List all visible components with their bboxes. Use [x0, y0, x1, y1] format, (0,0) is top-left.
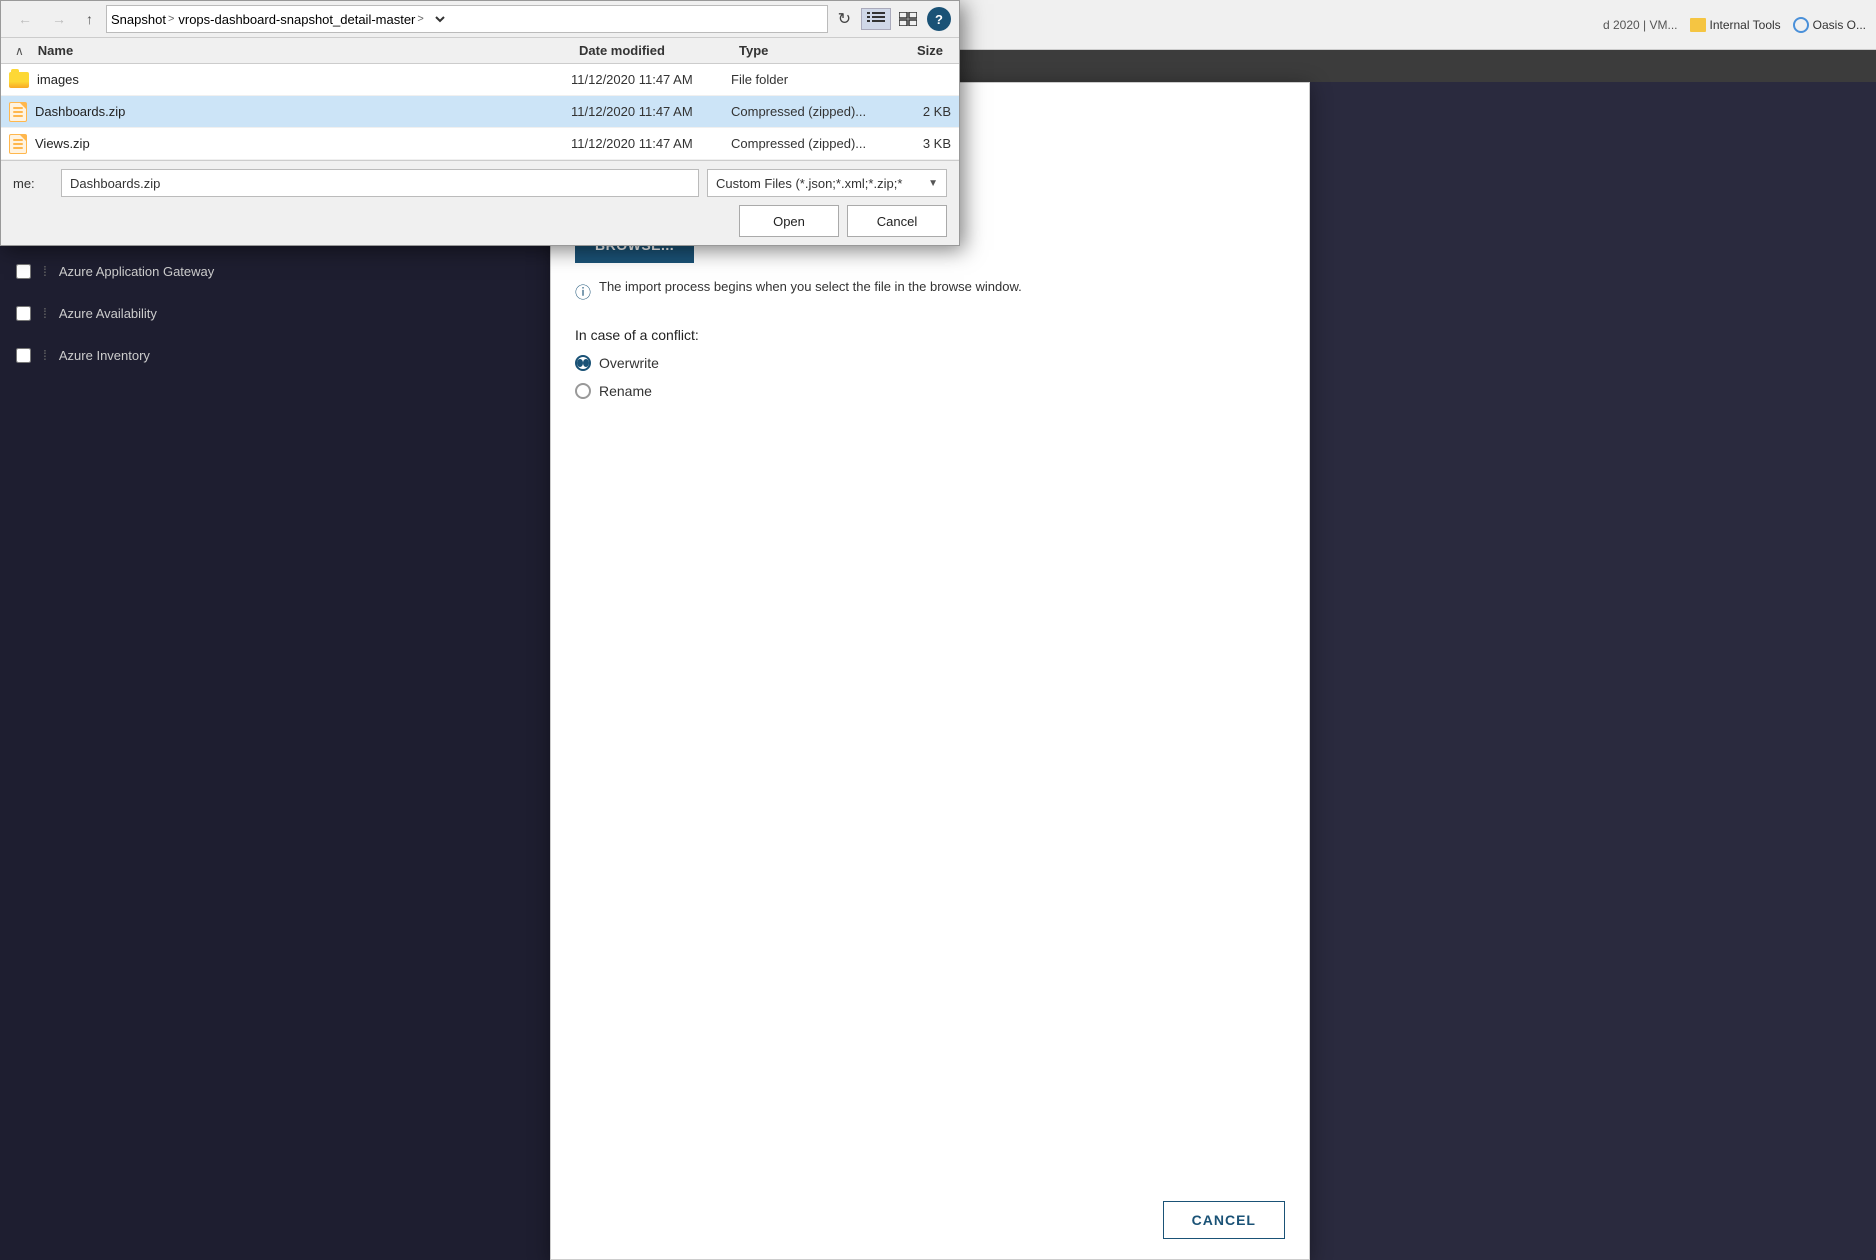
path-dropdown[interactable]: [428, 11, 448, 28]
zip-icon-views: [9, 134, 27, 154]
file-size-dashboards: 2 KB: [871, 104, 951, 119]
view-toggle: [861, 8, 923, 30]
import-cancel-button[interactable]: CANCEL: [1163, 1201, 1285, 1239]
filename-label-dashboards: Dashboards.zip: [35, 104, 125, 119]
file-row-views[interactable]: Views.zip 11/12/2020 11:47 AM Compressed…: [1, 128, 959, 160]
list-item-azure-inventory[interactable]: ⁞ Azure Inventory: [0, 334, 540, 376]
detail-view-button[interactable]: [861, 8, 891, 30]
filename-row: me: Custom Files (*.json;*.xml;*.zip;* ▼: [13, 169, 947, 197]
dialog-action-buttons: Open Cancel: [13, 205, 947, 237]
bookmark-internal-tools-label: Internal Tools: [1710, 18, 1781, 32]
column-size[interactable]: Size: [871, 43, 951, 58]
drag-icon: ⁞: [43, 305, 47, 321]
column-name[interactable]: Name: [30, 43, 571, 58]
drag-icon: ⁞: [43, 263, 47, 279]
file-date-views: 11/12/2020 11:47 AM: [571, 136, 731, 151]
rename-radio[interactable]: [575, 383, 591, 399]
filetype-dropdown[interactable]: Custom Files (*.json;*.xml;*.zip;* ▼: [707, 169, 947, 197]
up-button[interactable]: ↑: [77, 7, 102, 31]
file-size-views: 3 KB: [871, 136, 951, 151]
rename-label: Rename: [599, 383, 652, 399]
file-dialog-toolbar: ← → ↑ Snapshot > vrops-dashboard-snapsho…: [1, 1, 959, 38]
globe-icon: [1793, 17, 1809, 33]
file-date-dashboards: 11/12/2020 11:47 AM: [571, 104, 731, 119]
file-type-images: File folder: [731, 72, 871, 87]
overwrite-option[interactable]: Overwrite: [575, 355, 1285, 371]
file-dialog-bottom: me: Custom Files (*.json;*.xml;*.zip;* ▼…: [1, 160, 959, 245]
path-arrow-1: >: [168, 13, 174, 25]
list-item-label: Azure Availability: [59, 306, 157, 321]
filename-label-images: images: [37, 72, 79, 87]
path-bar: Snapshot > vrops-dashboard-snapshot_deta…: [106, 5, 828, 33]
dialog-footer: CANCEL: [1139, 1181, 1309, 1259]
preview-view-icon: [899, 12, 917, 26]
navigation-buttons: ← → ↑: [9, 7, 102, 31]
file-type-views: Compressed (zipped)...: [731, 136, 871, 151]
azure-availability-checkbox[interactable]: [16, 306, 31, 321]
azure-inventory-checkbox[interactable]: [16, 348, 31, 363]
file-date-images: 11/12/2020 11:47 AM: [571, 72, 731, 87]
file-row-images[interactable]: images 11/12/2020 11:47 AM File folder: [1, 64, 959, 96]
file-dialog-cancel-button[interactable]: Cancel: [847, 205, 947, 237]
bookmark-oasis-label: Oasis O...: [1813, 18, 1866, 32]
list-item-label: Azure Inventory: [59, 348, 150, 363]
file-name-dashboards: Dashboards.zip: [9, 102, 571, 122]
forward-button[interactable]: →: [43, 7, 75, 31]
rename-option[interactable]: Rename: [575, 383, 1285, 399]
overwrite-radio[interactable]: [575, 355, 591, 371]
zip-icon-dashboards: [9, 102, 27, 122]
bookmark-internal-tools[interactable]: Internal Tools: [1690, 18, 1781, 32]
back-button[interactable]: ←: [9, 7, 41, 31]
path-segment-snapshot: Snapshot >: [111, 12, 174, 27]
list-item-label: Azure Application Gateway: [59, 264, 214, 279]
filetype-label: Custom Files (*.json;*.xml;*.zip;*: [716, 176, 902, 191]
drag-icon: ⁞: [43, 347, 47, 363]
path-detail: vrops-dashboard-snapshot_detail-master: [178, 12, 415, 27]
bookmark-oasis[interactable]: Oasis O...: [1793, 17, 1866, 33]
folder-icon-images: [9, 72, 29, 88]
list-item-azure-app-gateway[interactable]: ⁞ Azure Application Gateway: [0, 250, 540, 292]
path-segment-detail: vrops-dashboard-snapshot_detail-master >: [178, 12, 423, 27]
bookmarks-bar-label: d 2020 | VM...: [1603, 18, 1678, 32]
azure-app-gateway-checkbox[interactable]: [16, 264, 31, 279]
conflict-label: In case of a conflict:: [575, 327, 1285, 343]
path-arrow-2: >: [417, 13, 423, 25]
path-snapshot: Snapshot: [111, 12, 166, 27]
file-type-dashboards: Compressed (zipped)...: [731, 104, 871, 119]
info-icon: ⓘ: [575, 279, 591, 303]
overwrite-label: Overwrite: [599, 355, 659, 371]
folder-icon: [1690, 18, 1706, 32]
info-row: ⓘ The import process begins when you sel…: [575, 279, 1285, 303]
column-type[interactable]: Type: [731, 43, 871, 58]
file-row-dashboards[interactable]: Dashboards.zip 11/12/2020 11:47 AM Compr…: [1, 96, 959, 128]
open-button[interactable]: Open: [739, 205, 839, 237]
file-list-area: images 11/12/2020 11:47 AM File folder: [1, 64, 959, 160]
conflict-section: In case of a conflict: Overwrite Rename: [575, 327, 1285, 399]
detail-view-icon: [867, 12, 885, 26]
preview-view-button[interactable]: [893, 8, 923, 30]
column-date-modified[interactable]: Date modified: [571, 43, 731, 58]
column-up-button[interactable]: ∧: [9, 42, 30, 60]
info-text: The import process begins when you selec…: [599, 279, 1022, 294]
list-item-azure-availability[interactable]: ⁞ Azure Availability: [0, 292, 540, 334]
help-button[interactable]: ?: [927, 7, 951, 31]
file-name-images: images: [9, 72, 571, 88]
filename-label-views: Views.zip: [35, 136, 90, 151]
refresh-button[interactable]: ↻: [832, 7, 857, 31]
filetype-arrow: ▼: [928, 178, 938, 189]
filename-input[interactable]: [61, 169, 699, 197]
file-name-views: Views.zip: [9, 134, 571, 154]
filename-label-prefix: me:: [13, 176, 53, 191]
import-dialog: BROWSE... ⓘ The import process begins wh…: [550, 82, 1310, 1260]
file-open-dialog: ← → ↑ Snapshot > vrops-dashboard-snapsho…: [0, 0, 960, 246]
